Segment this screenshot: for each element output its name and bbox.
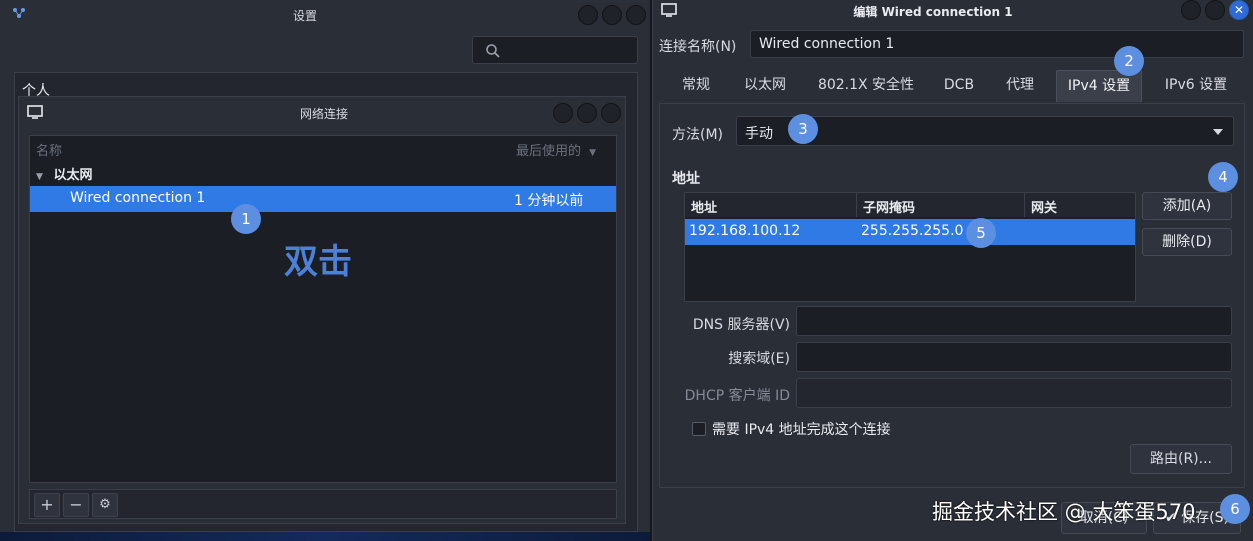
search-domain-label: 搜索域(E) — [728, 351, 790, 367]
network-connections-window: 网络连接 名称 最后使用的 ▼ ▼ 以太网 Wired connection 1… — [18, 96, 626, 524]
address-table: 地址 子网掩码 网关 192.168.100.12 255.255.255.0 — [684, 192, 1136, 302]
column-last-used-label: 最后使用的 — [516, 144, 582, 159]
header-netmask[interactable]: 子网掩码 — [857, 193, 1025, 217]
settings-window-title: 设置 — [292, 9, 317, 23]
tab-ethernet[interactable]: 以太网 — [737, 70, 793, 102]
close-button[interactable] — [626, 5, 646, 25]
header-address[interactable]: 地址 — [685, 193, 857, 217]
watermark: 掘金技术社区 @ 大笨蛋570 — [932, 500, 1196, 524]
connection-settings-button[interactable]: ⚙ — [92, 493, 118, 517]
dns-servers-input[interactable] — [796, 306, 1232, 336]
connection-list: 名称 最后使用的 ▼ ▼ 以太网 Wired connection 1 1 分钟… — [29, 135, 617, 483]
column-last-used[interactable]: 最后使用的 ▼ — [516, 140, 596, 159]
minimize-button[interactable] — [1181, 0, 1201, 20]
group-ethernet[interactable]: ▼ 以太网 — [36, 164, 92, 183]
tab-proxy[interactable]: 代理 — [997, 70, 1043, 102]
method-label: 方法(M) — [672, 127, 724, 143]
step-badge-6: 6 — [1220, 494, 1250, 524]
close-icon: ✕ — [1233, 3, 1245, 17]
sort-down-icon: ▼ — [589, 148, 597, 158]
edit-connection-window: 编辑 Wired connection 1 ✕ 连接名称(N) Wired co… — [652, 0, 1253, 541]
address-heading: 地址 — [672, 171, 700, 187]
network-window-title: 网络连接 — [299, 107, 348, 121]
tab-ipv6-settings[interactable]: IPv6 设置 — [1153, 70, 1239, 102]
search-domain-input[interactable] — [796, 342, 1232, 372]
require-ipv4-checkbox[interactable] — [692, 422, 706, 436]
minimize-button[interactable] — [553, 103, 573, 123]
tab-general[interactable]: 常规 — [671, 70, 721, 102]
close-button[interactable] — [601, 103, 621, 123]
connection-last-used: 1 分钟以前 — [514, 193, 584, 209]
tab-8021x-security[interactable]: 802.1X 安全性 — [811, 70, 921, 102]
dhcp-client-id-input[interactable] — [796, 378, 1232, 408]
routes-button[interactable]: 路由(R)... — [1130, 444, 1232, 474]
dropdown-arrow-icon — [1213, 129, 1223, 135]
step-badge-2: 2 — [1114, 46, 1144, 76]
add-address-button[interactable]: 添加(A) — [1142, 192, 1232, 220]
dhcp-client-id-label: DHCP 客户端 ID — [684, 388, 790, 404]
step-badge-4: 4 — [1208, 162, 1238, 192]
expand-triangle-icon: ▼ — [36, 172, 43, 182]
add-connection-button[interactable]: + — [34, 493, 60, 517]
search-icon — [486, 44, 500, 58]
tab-dcb[interactable]: DCB — [935, 70, 983, 102]
annotation-double-click: 双击 — [284, 242, 352, 282]
edit-window-title: 编辑 Wired connection 1 — [853, 5, 1013, 19]
address-cell[interactable]: 192.168.100.12 — [689, 223, 800, 239]
search-input[interactable] — [472, 36, 638, 64]
require-ipv4-label[interactable]: 需要 IPv4 地址完成这个连接 — [712, 419, 891, 439]
connection-toolbar: + − ⚙ — [29, 489, 617, 519]
group-label: 以太网 — [53, 168, 93, 183]
address-row[interactable]: 192.168.100.12 255.255.255.0 — [685, 219, 1135, 245]
step-badge-5: 5 — [966, 218, 996, 248]
settings-tabs: 常规 以太网 802.1X 安全性 DCB 代理 IPv4 设置 IPv6 设置 — [659, 66, 1245, 104]
settings-titlebar: 设置 — [0, 0, 650, 30]
connection-row[interactable]: Wired connection 1 1 分钟以前 — [30, 186, 616, 212]
maximize-button[interactable] — [602, 5, 622, 25]
minimize-button[interactable] — [578, 5, 598, 25]
step-badge-1: 1 — [231, 204, 261, 234]
connection-name-input[interactable]: Wired connection 1 — [750, 30, 1244, 58]
maximize-button[interactable] — [1205, 0, 1225, 20]
remove-connection-button[interactable]: − — [63, 493, 89, 517]
column-name[interactable]: 名称 — [36, 140, 62, 159]
header-gateway[interactable]: 网关 — [1025, 193, 1135, 217]
connection-name-label: 连接名称(N) — [659, 39, 737, 55]
delete-address-button[interactable]: 删除(D) — [1142, 228, 1232, 256]
close-button[interactable]: ✕ — [1229, 0, 1249, 20]
ipv4-settings-panel: 方法(M) 手动 地址 地址 子网掩码 网关 192.168.100.12 25… — [659, 104, 1245, 488]
step-badge-3: 3 — [788, 114, 818, 144]
method-value: 手动 — [745, 126, 773, 142]
taskbar-strip — [0, 532, 650, 541]
connection-name: Wired connection 1 — [70, 190, 206, 206]
dns-label: DNS 服务器(V) — [692, 317, 790, 333]
maximize-button[interactable] — [577, 103, 597, 123]
netmask-cell[interactable]: 255.255.255.0 — [861, 223, 963, 239]
